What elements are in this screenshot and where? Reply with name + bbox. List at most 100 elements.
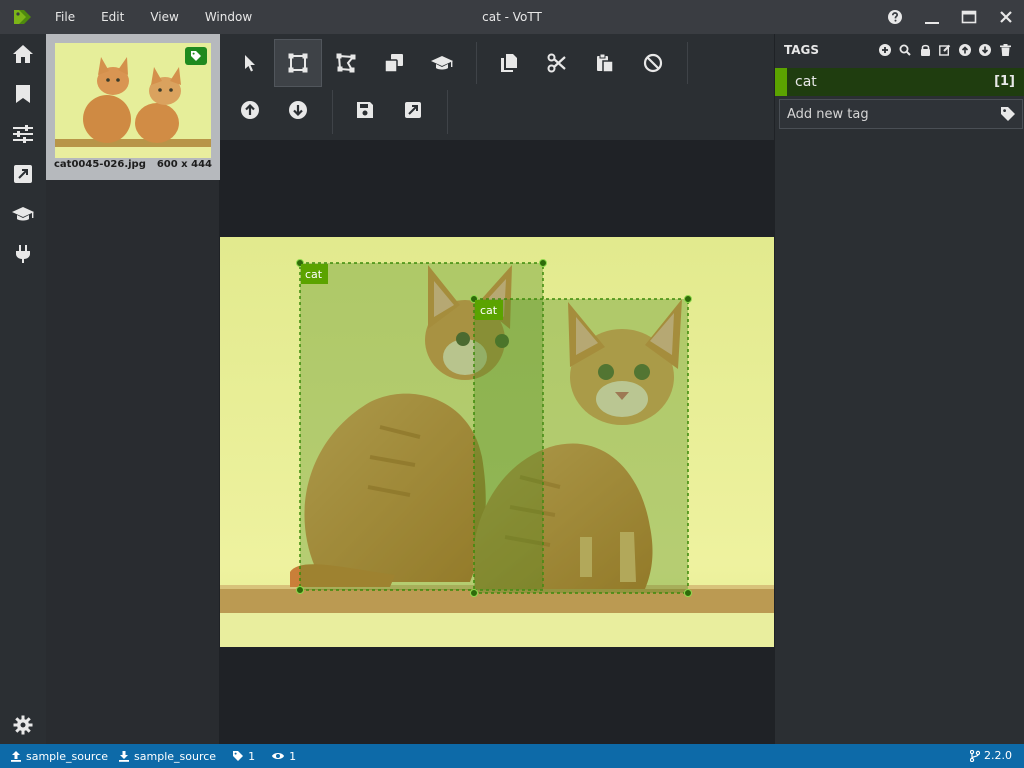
menu-edit[interactable]: Edit <box>92 10 133 24</box>
thumbnail-dimensions: 600 x 444 <box>156 159 212 170</box>
move-tag-down-button[interactable] <box>975 42 995 58</box>
export-icon <box>14 165 32 183</box>
arrow-up-circle-icon <box>241 101 259 119</box>
target-connection-name: sample_source <box>134 749 217 763</box>
bookmark-icon <box>16 85 30 103</box>
code-branch-icon <box>970 749 980 762</box>
tags-title: TAGS <box>784 43 820 57</box>
add-tag-input[interactable] <box>780 100 990 128</box>
tag-name: cat <box>795 74 817 90</box>
status-target-connection: sample_source <box>118 750 216 763</box>
edit-icon <box>939 44 951 56</box>
copy-rectangle-button[interactable] <box>370 39 418 87</box>
ban-icon <box>643 53 663 73</box>
download-icon <box>119 751 130 762</box>
add-tag-button[interactable] <box>875 42 895 58</box>
menu-view[interactable]: View <box>141 10 187 24</box>
left-nav <box>0 34 46 744</box>
help-icon <box>887 10 902 24</box>
lock-tag-button[interactable] <box>915 42 935 58</box>
move-tag-up-button[interactable] <box>955 42 975 58</box>
tag-icon <box>191 51 201 61</box>
asset-thumbnail[interactable]: cat0045-026.jpg 600 x 444 <box>46 34 220 180</box>
draw-polygon-button[interactable] <box>322 39 370 87</box>
tags-panel: TAGS cat [1] Add new tag <box>774 34 1024 744</box>
plus-circle-icon <box>879 44 891 56</box>
pointer-icon <box>245 55 255 72</box>
tagged-badge <box>185 47 207 65</box>
title-bar: File Edit View Window cat - VoTT <box>0 0 1024 34</box>
menu-window[interactable]: Window <box>196 10 261 24</box>
remove-all-regions-button[interactable] <box>629 39 677 87</box>
nav-home[interactable] <box>0 35 46 73</box>
close-button[interactable] <box>987 0 1024 34</box>
status-source-connection: sample_source <box>10 750 108 763</box>
copy-icon <box>501 54 517 72</box>
tag-toolbar <box>875 42 1015 58</box>
save-project-button[interactable] <box>341 86 389 134</box>
nav-project-settings[interactable] <box>0 115 46 153</box>
clone-icon <box>384 54 403 73</box>
paste-regions-button[interactable] <box>581 39 629 87</box>
delete-tag-button[interactable] <box>995 42 1015 58</box>
app-version: 2.2.0 <box>984 749 1012 762</box>
tagged-asset-count: 1 <box>248 749 256 763</box>
tag-item-cat[interactable]: cat [1] <box>775 68 1024 96</box>
asset-image[interactable]: cat cat <box>220 237 774 647</box>
graduation-cap-icon <box>431 56 453 70</box>
close-icon <box>999 11 1012 23</box>
menu-bar: File Edit View Window <box>46 0 269 34</box>
editor-toolbar <box>220 34 774 140</box>
next-asset-button[interactable] <box>274 86 322 134</box>
nav-active-learning[interactable] <box>0 195 46 233</box>
tags-header: TAGS <box>775 34 1024 66</box>
tag-icon <box>233 751 244 761</box>
minimize-button[interactable] <box>913 0 950 34</box>
toolbar-separator <box>687 42 688 84</box>
arrow-up-circle-icon <box>959 44 971 56</box>
toolbar-separator <box>332 90 333 134</box>
menu-file[interactable]: File <box>46 10 84 24</box>
trash-icon <box>999 44 1011 56</box>
nav-export[interactable] <box>0 155 46 193</box>
help-button[interactable] <box>876 0 913 34</box>
cut-regions-button[interactable] <box>533 39 581 87</box>
edit-tag-button[interactable] <box>935 42 955 58</box>
maximize-button[interactable] <box>950 0 987 34</box>
minimize-icon <box>924 22 939 24</box>
active-learning-button[interactable] <box>418 39 466 87</box>
copy-regions-button[interactable] <box>485 39 533 87</box>
arrow-down-circle-icon <box>979 44 991 56</box>
source-connection-name: sample_source <box>26 749 109 763</box>
toolbar-separator <box>476 42 477 84</box>
region-2-label: cat <box>480 304 498 317</box>
rectangle-draw-icon <box>288 53 308 73</box>
polygon-draw-icon <box>336 53 356 73</box>
export-project-button[interactable] <box>389 86 437 134</box>
lock-icon <box>920 44 930 56</box>
eye-icon <box>272 753 285 759</box>
nav-settings[interactable] <box>0 706 46 744</box>
status-visited-assets: 1 <box>271 750 296 763</box>
home-icon <box>13 45 33 63</box>
thumbnail-filename: cat0045-026.jpg <box>54 159 146 170</box>
status-version: 2.2.0 <box>970 749 1012 762</box>
tag-count: [1] <box>994 74 1015 89</box>
select-tool-button[interactable] <box>226 39 274 87</box>
region-2[interactable] <box>470 295 692 597</box>
previous-asset-button[interactable] <box>226 86 274 134</box>
plug-icon <box>16 245 30 263</box>
add-tag-field <box>779 99 1023 129</box>
nav-tag-editor[interactable] <box>0 75 46 113</box>
status-tagged-assets: 1 <box>232 750 255 763</box>
nav-connections[interactable] <box>0 235 46 273</box>
asset-thumbnail-panel: cat0045-026.jpg 600 x 444 <box>46 34 220 744</box>
search-tags-button[interactable] <box>895 42 915 58</box>
maximize-icon <box>961 10 976 24</box>
tag-icon <box>1001 107 1015 121</box>
draw-rectangle-button[interactable] <box>274 39 322 87</box>
sliders-icon <box>13 125 33 143</box>
scissors-icon <box>547 53 566 73</box>
editor-canvas[interactable]: cat cat <box>220 140 774 744</box>
tag-color-swatch[interactable] <box>775 68 787 96</box>
